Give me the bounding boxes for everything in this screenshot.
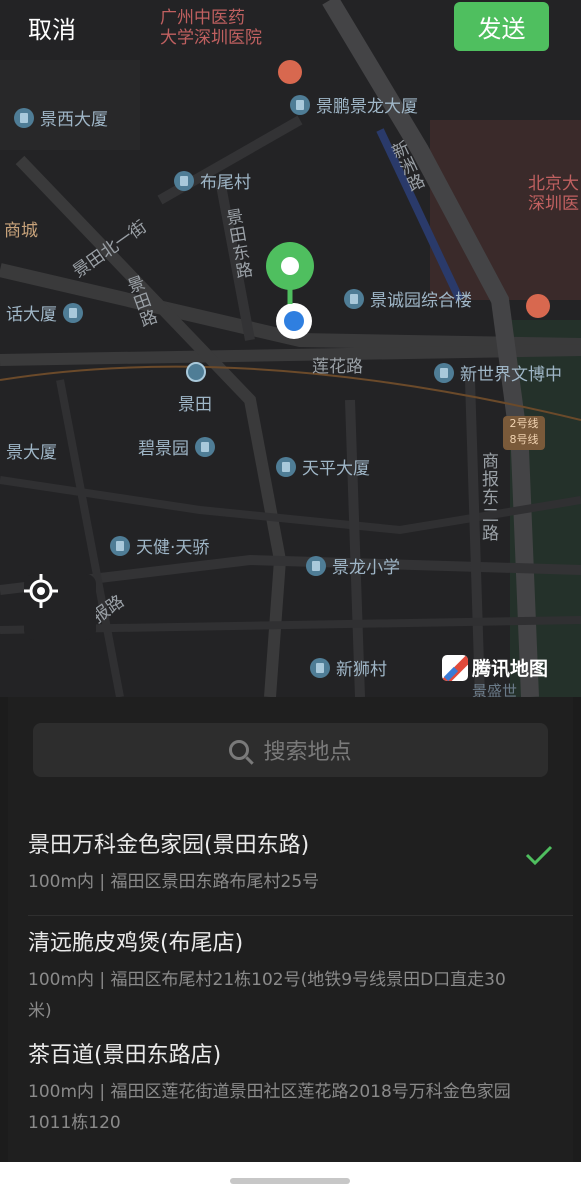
poi-label[interactable]: 景西大厦 bbox=[14, 105, 108, 130]
poi-label[interactable]: 天健·天骄 bbox=[110, 533, 209, 558]
road-label: 商报东二路 bbox=[478, 452, 498, 542]
school-icon bbox=[306, 555, 326, 576]
result-item[interactable]: 景田万科金色家园(景田东路) 100m内 | 福田区景田东路布尾村25号 bbox=[28, 827, 548, 898]
poi-label[interactable]: 景龙小学 bbox=[306, 553, 400, 578]
home-indicator[interactable] bbox=[230, 1178, 350, 1184]
map-view[interactable]: 景西大厦 景鹏景龙大厦 布尾村 景诚园综合楼 新世界文博中 碧景园 天平大厦 天… bbox=[0, 0, 581, 697]
location-results-sheet: 搜索地点 景田万科金色家园(景田东路) 100m内 | 福田区景田东路布尾村25… bbox=[8, 697, 573, 1162]
poi-label[interactable]: 新狮村 bbox=[310, 655, 387, 680]
poi-label[interactable]: 商城 bbox=[4, 216, 38, 241]
result-title: 茶百道(景田东路店) bbox=[28, 1043, 222, 1068]
search-icon bbox=[229, 740, 250, 760]
poi-label[interactable]: 话大厦 bbox=[6, 300, 83, 325]
metro-icon bbox=[186, 362, 206, 382]
result-item[interactable]: 茶百道(景田东路店) 100m内 | 福田区莲花街道景田社区莲花路2018号万科… bbox=[28, 1037, 548, 1139]
poi-label[interactable]: 新世界文博中 bbox=[434, 360, 562, 385]
building-icon bbox=[434, 362, 454, 383]
poi-label[interactable]: 布尾村 bbox=[174, 168, 251, 193]
recenter-location-button[interactable] bbox=[24, 574, 96, 640]
building-icon bbox=[14, 107, 34, 128]
cancel-button[interactable]: 取消 bbox=[28, 10, 76, 45]
building-icon bbox=[276, 456, 296, 477]
poi-label-metro[interactable]: 景田 bbox=[178, 390, 212, 415]
poi-label[interactable]: 景鹏景龙大厦 bbox=[290, 92, 418, 117]
poi-label[interactable]: 景诚园综合楼 bbox=[344, 286, 472, 311]
building-icon bbox=[310, 657, 330, 678]
result-subtitle: 100m内 | 福田区布尾村21栋102号(地铁9号线景田D口直走30米) bbox=[28, 970, 506, 1021]
building-icon bbox=[290, 94, 310, 115]
result-subtitle: 100m内 | 福田区景田东路布尾村25号 bbox=[28, 872, 320, 892]
building-icon bbox=[110, 535, 130, 556]
building-icon bbox=[195, 436, 215, 457]
top-bar: 取消 发送 bbox=[0, 0, 581, 56]
locate-icon bbox=[24, 574, 58, 608]
search-input[interactable]: 搜索地点 bbox=[33, 723, 548, 777]
building-icon bbox=[63, 302, 83, 323]
search-placeholder: 搜索地点 bbox=[263, 740, 352, 765]
building-icon bbox=[174, 170, 194, 191]
attribution-text: 腾讯地图 bbox=[472, 658, 549, 680]
metro-line-badge: 2号线 8号线 bbox=[503, 416, 545, 450]
result-subtitle: 100m内 | 福田区莲花街道景田社区莲花路2018号万科金色家园1011栋12… bbox=[28, 1082, 511, 1133]
result-title: 景田万科金色家园(景田东路) bbox=[28, 833, 310, 858]
construction-icon bbox=[526, 294, 550, 318]
poi-label[interactable]: 碧景园 bbox=[138, 434, 215, 459]
hospital-label[interactable]: 北京大 深圳医 bbox=[498, 174, 579, 214]
result-item[interactable]: 清远脆皮鸡煲(布尾店) 100m内 | 福田区布尾村21栋102号(地铁9号线景… bbox=[28, 925, 548, 1027]
home-indicator-area bbox=[0, 1162, 581, 1200]
map-attribution: 腾讯地图 bbox=[442, 654, 548, 681]
poi-label-partial: 景盛世 bbox=[472, 682, 518, 697]
send-button[interactable]: 发送 bbox=[454, 2, 549, 51]
poi-label[interactable]: 天平大厦 bbox=[276, 454, 370, 479]
selected-check-icon bbox=[525, 845, 553, 865]
building-icon bbox=[344, 288, 364, 309]
tencent-map-logo-icon bbox=[442, 654, 468, 681]
construction-icon bbox=[278, 60, 302, 84]
poi-label[interactable]: 景大厦 bbox=[6, 438, 57, 463]
divider bbox=[28, 915, 573, 916]
road-label: 莲花路 bbox=[312, 357, 363, 377]
result-title: 清远脆皮鸡煲(布尾店) bbox=[28, 931, 244, 956]
